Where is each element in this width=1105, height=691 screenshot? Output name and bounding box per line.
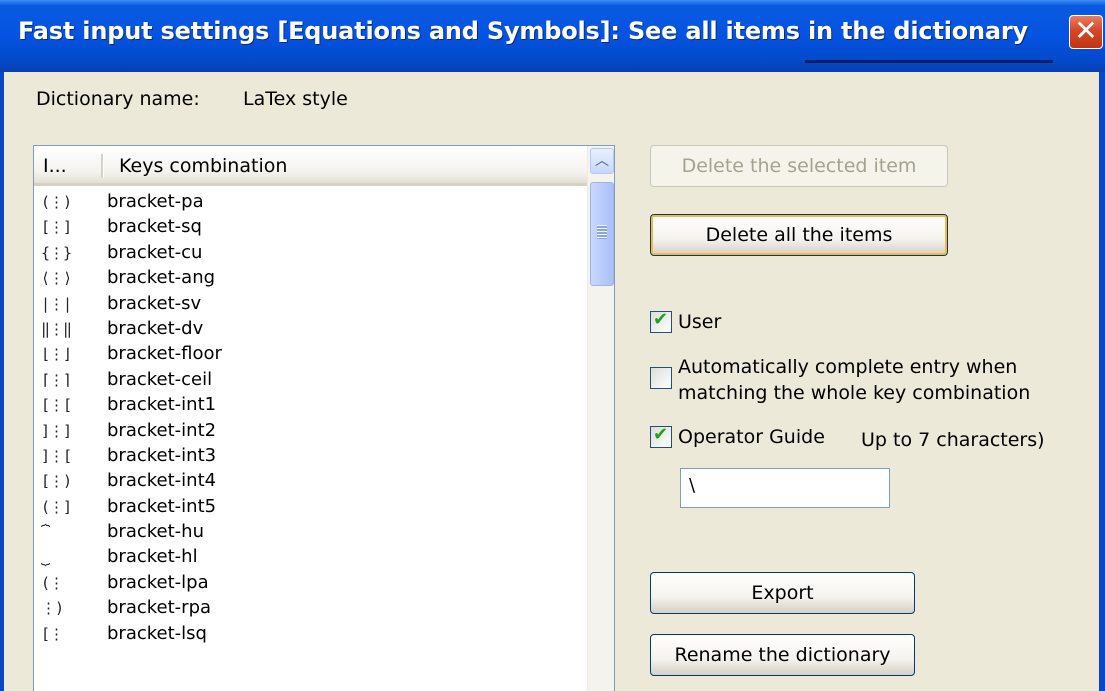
symbol-icon: |⋮| (41, 294, 72, 313)
list-item-key: bracket-int2 (107, 419, 217, 441)
title-underline (805, 60, 1053, 63)
list-item[interactable]: ]⋮] bracket-int2 (34, 420, 587, 445)
list-item-key: bracket-int5 (107, 495, 217, 517)
list-item-key: bracket-sv (107, 292, 202, 314)
checkmark-icon: ✔ (653, 424, 669, 445)
list-item[interactable]: [⋮ bracket-lsq (34, 623, 587, 648)
list-item[interactable]: ⌈⋮⌉ bracket-ceil (34, 369, 587, 394)
list-rows: (⋮) bracket-pa [⋮] bracket-sq {⋮} bracket-c… (34, 191, 587, 648)
column-header-icon[interactable]: I... (43, 155, 67, 177)
operator-guide-label: Operator Guide (678, 426, 825, 448)
dictionary-name-label: Dictionary name: (36, 88, 200, 110)
title-bar[interactable]: Fast input settings [Equations and Symbo… (0, 0, 1105, 72)
symbol-icon: ]⋮[ (41, 446, 72, 465)
autocomplete-label-line2: matching the whole key combination (678, 382, 1031, 404)
list-item[interactable]: ⟨⋮⟩ bracket-ang (34, 267, 587, 292)
list-item[interactable]: {⋮} bracket-cu (34, 242, 587, 267)
list-item-key: bracket-dv (107, 317, 204, 339)
dictionary-name-value: LaTex style (243, 88, 348, 110)
list-item-key: bracket-pa (107, 191, 204, 212)
close-button[interactable]: ✕ (1069, 15, 1103, 49)
list-item-key: bracket-rpa (107, 597, 212, 619)
symbol-icon: [⋮ (41, 624, 64, 643)
operator-guide-hint: Up to 7 characters) (861, 429, 1045, 451)
symbol-icon: (⋮ (41, 573, 64, 592)
symbol-icon: ⏟ (41, 548, 50, 567)
symbol-icon: (⋮) (41, 193, 72, 211)
grip-icon (597, 225, 607, 239)
operator-guide-input[interactable]: \ (680, 468, 890, 508)
user-label: User (678, 311, 722, 333)
list-item-key: bracket-lsq (107, 622, 207, 644)
column-header-keys[interactable]: Keys combination (119, 155, 287, 177)
chevron-up-icon: ︿ (595, 153, 609, 169)
user-checkbox[interactable]: ✔ (650, 309, 672, 333)
symbol-icon: ⟨⋮⟩ (41, 269, 72, 288)
symbol-icon: [⋮] (41, 218, 72, 237)
list-item[interactable]: |⋮| bracket-sv (34, 293, 587, 318)
export-button[interactable]: Export (650, 572, 915, 614)
window-border-right (1099, 72, 1105, 691)
list-item[interactable]: (⋮] bracket-int5 (34, 496, 587, 521)
list-item-key: bracket-int1 (107, 394, 217, 416)
items-list[interactable]: I... Keys combination (⋮) bracket-pa [⋮] b… (33, 145, 615, 691)
list-item-key: bracket-hl (107, 546, 198, 568)
list-item[interactable]: ⌊⋮⌋ bracket-floor (34, 343, 587, 368)
list-item[interactable]: (⋮) bracket-pa (34, 191, 587, 216)
list-item-key: bracket-ang (107, 267, 216, 289)
list-item-key: bracket-lpa (107, 571, 209, 593)
list-item-key: bracket-sq (107, 216, 202, 238)
scroll-up-button[interactable]: ︿ (590, 148, 614, 174)
list-item-key: bracket-floor (107, 343, 222, 365)
list-item-key: bracket-ceil (107, 368, 213, 390)
window-title: Fast input settings [Equations and Symbo… (18, 17, 1029, 45)
rename-dictionary-button[interactable]: Rename the dictionary (650, 634, 915, 676)
autocomplete-label-line1: Automatically complete entry when (678, 356, 1018, 378)
list-item[interactable]: ⏞ bracket-hu (34, 521, 587, 546)
symbol-icon: ⏞ (41, 523, 50, 542)
symbol-icon: ]⋮] (41, 421, 72, 440)
list-item[interactable]: ⏟ bracket-hl (34, 546, 587, 571)
close-icon: ✕ (1074, 14, 1098, 47)
list-item[interactable]: ‖⋮‖ bracket-dv (34, 318, 587, 343)
window-border-left (0, 72, 4, 691)
symbol-icon: (⋮] (41, 497, 72, 516)
list-item[interactable]: ]⋮[ bracket-int3 (34, 445, 587, 470)
list-item[interactable]: [⋮) bracket-int4 (34, 470, 587, 495)
symbol-icon: [⋮) (41, 472, 72, 491)
list-item[interactable]: ⋮) bracket-rpa (34, 597, 587, 622)
column-divider[interactable] (101, 154, 104, 178)
checkmark-icon: ✔ (653, 309, 669, 330)
symbol-icon: ⋮) (41, 599, 64, 618)
list-item-key: bracket-int4 (107, 470, 217, 492)
delete-selected-button[interactable]: Delete the selected item (650, 145, 948, 187)
list-item-key: bracket-cu (107, 241, 203, 263)
list-item[interactable]: [⋮] bracket-sq (34, 216, 587, 241)
symbol-icon: ⌈⋮⌉ (41, 370, 72, 389)
scroll-thumb[interactable] (590, 182, 614, 286)
list-item[interactable]: (⋮ bracket-lpa (34, 572, 587, 597)
operator-guide-checkbox[interactable]: ✔ (650, 424, 672, 448)
symbol-icon: {⋮} (41, 243, 72, 262)
symbol-icon: ⌊⋮⌋ (41, 345, 72, 364)
symbol-icon: [⋮[ (41, 396, 72, 415)
list-item[interactable]: [⋮[ bracket-int1 (34, 394, 587, 419)
list-header: I... Keys combination (34, 146, 587, 186)
vertical-scrollbar[interactable]: ︿ (587, 146, 614, 691)
symbol-icon: ‖⋮‖ (41, 319, 72, 338)
list-item-key: bracket-hu (107, 521, 204, 543)
list-item-key: bracket-int3 (107, 444, 217, 466)
delete-all-button[interactable]: Delete all the items (650, 214, 948, 256)
autocomplete-checkbox[interactable] (650, 367, 672, 389)
